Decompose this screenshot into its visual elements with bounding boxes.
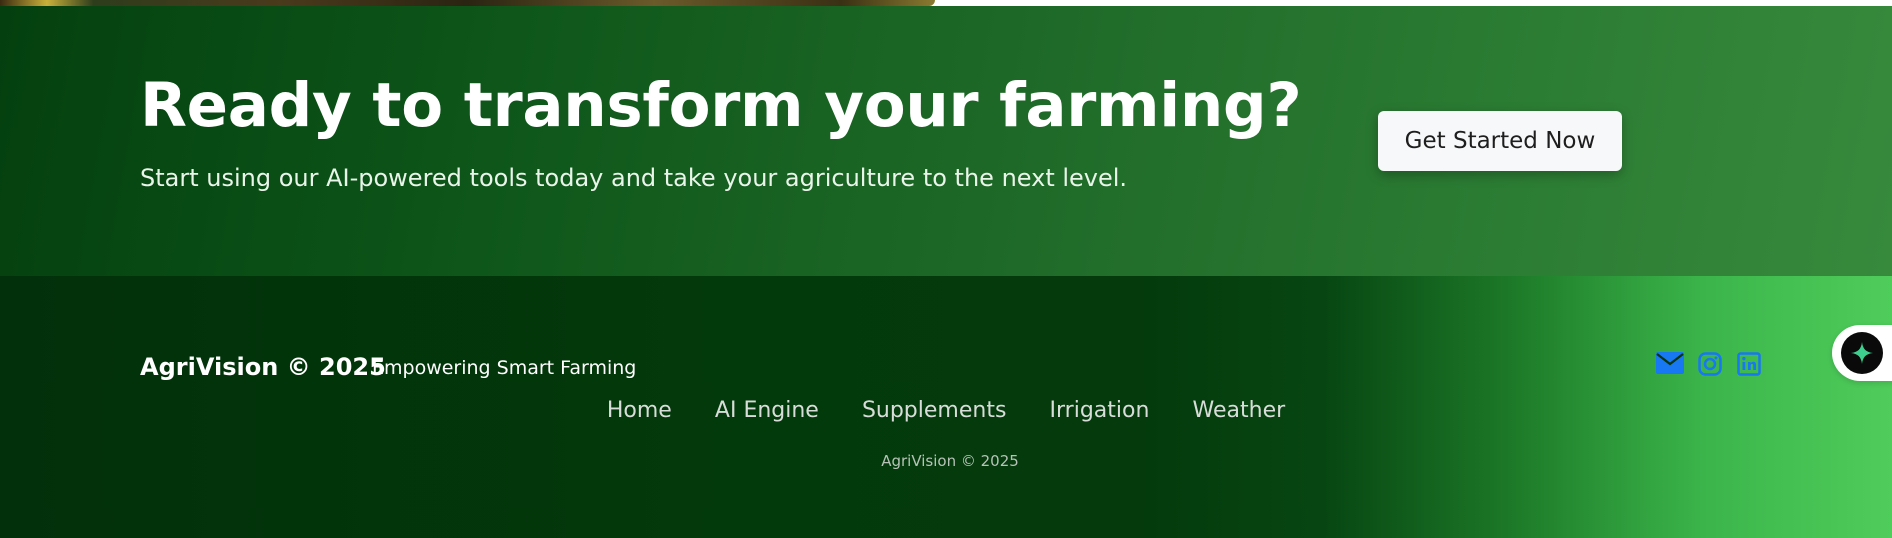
footer-tagline: Empowering Smart Farming: [372, 357, 637, 379]
footer-link-home[interactable]: Home: [607, 398, 672, 423]
cta-title: Ready to transform your farming?: [140, 70, 1302, 141]
footer-link-weather[interactable]: Weather: [1193, 398, 1286, 423]
footer-link-irrigation[interactable]: Irrigation: [1050, 398, 1150, 423]
footer-nav: Home AI Engine Supplements Irrigation We…: [0, 398, 1892, 423]
sparkle-icon: [1841, 332, 1883, 374]
footer-brand: AgriVision © 2025: [140, 353, 386, 381]
get-started-button[interactable]: Get Started Now: [1378, 111, 1622, 171]
footer: AgriVision © 2025 Empowering Smart Farmi…: [0, 276, 1892, 538]
cta-section: Ready to transform your farming? Start u…: [0, 6, 1892, 276]
instagram-icon[interactable]: [1698, 352, 1722, 376]
mail-icon[interactable]: [1656, 352, 1684, 374]
linkedin-icon[interactable]: [1737, 352, 1761, 376]
footer-copyright: AgriVision © 2025: [881, 452, 1019, 470]
cta-subtitle: Start using our AI-powered tools today a…: [140, 164, 1128, 192]
footer-link-ai-engine[interactable]: AI Engine: [715, 398, 819, 423]
footer-link-supplements[interactable]: Supplements: [862, 398, 1006, 423]
assistant-launcher-button[interactable]: [1832, 325, 1892, 381]
